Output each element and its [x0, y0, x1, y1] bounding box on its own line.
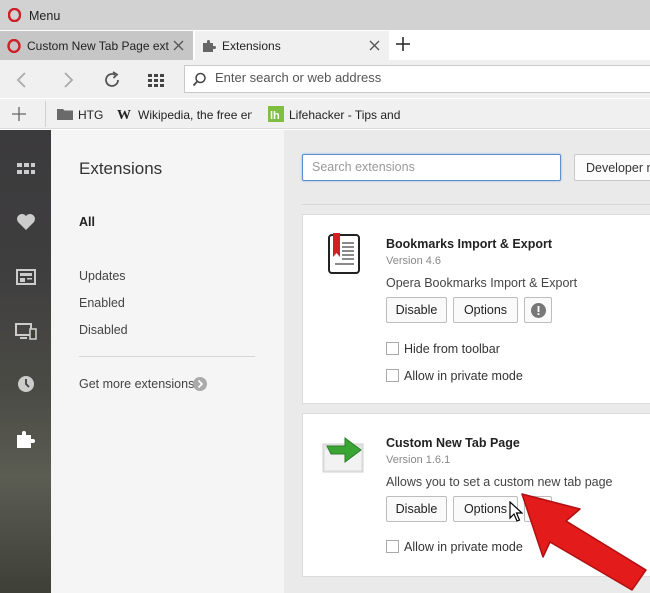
close-icon[interactable] [368, 39, 381, 52]
forward-arrow-icon[interactable] [58, 70, 78, 90]
nav-disabled[interactable]: Disabled [79, 323, 128, 337]
new-tab-plus-icon[interactable] [395, 36, 411, 52]
folder-icon [57, 109, 73, 120]
search-icon [192, 72, 206, 87]
extensions-nav-panel: Extensions All Updates Enabled Disabled … [51, 130, 284, 593]
tab-label: Extensions [222, 39, 281, 53]
extension-name: Custom New Tab Page [386, 436, 520, 450]
extensions-icon[interactable] [15, 428, 37, 450]
bookmark-lifehacker[interactable]: lh Lifehacker - Tips and downloads [268, 106, 400, 124]
nav-divider [79, 356, 255, 357]
bookmarks-bar: HTG W Wikipedia, the free encyclopedia l… [0, 99, 650, 129]
checkbox[interactable] [386, 540, 399, 553]
svg-text:W: W [117, 108, 131, 122]
menu-label[interactable]: Menu [29, 9, 60, 23]
checkbox[interactable] [386, 369, 399, 382]
get-more-extensions-link[interactable]: Get more extensions [79, 377, 194, 391]
title-bar: Menu [0, 0, 650, 30]
bookmark-htg[interactable]: HTG [57, 106, 107, 124]
report-button[interactable] [524, 297, 552, 323]
heart-icon[interactable] [15, 211, 37, 233]
bookmarks-divider [45, 101, 46, 127]
back-arrow-icon[interactable] [12, 70, 32, 90]
nav-all[interactable]: All [79, 215, 95, 229]
speed-dial-grid-icon[interactable] [147, 70, 167, 90]
address-input[interactable] [215, 70, 635, 85]
new-tab-arrow-icon [322, 437, 364, 473]
bookmark-book-icon [328, 233, 360, 274]
nav-enabled[interactable]: Enabled [79, 296, 125, 310]
tab-label: Custom New Tab Page extension [27, 39, 169, 53]
page-title: Extensions [79, 159, 163, 178]
search-extensions-input[interactable] [312, 160, 552, 174]
search-extensions-box[interactable] [302, 154, 561, 181]
wikipedia-icon: W [117, 108, 131, 122]
svg-text:lh: lh [270, 110, 280, 122]
checkbox[interactable] [386, 342, 399, 355]
tab-extensions[interactable]: Extensions [195, 31, 389, 60]
sidebar [0, 130, 51, 593]
extension-version: Version 4.6 [386, 255, 442, 267]
main-divider [302, 204, 650, 205]
tab-custom-new-tab-page[interactable]: Custom New Tab Page extension [0, 31, 193, 60]
history-icon[interactable] [15, 373, 37, 395]
close-icon[interactable] [172, 39, 185, 52]
disable-button[interactable]: Disable [386, 496, 447, 522]
red-arrow-annotation-icon [521, 493, 647, 591]
extension-description: Allows you to set a custom new tab page [386, 475, 613, 489]
bookmark-wikipedia[interactable]: W Wikipedia, the free encyclopedia [117, 106, 252, 124]
extension-version: Version 1.6.1 [386, 454, 451, 466]
developer-mode-button[interactable]: Developer mode [574, 154, 650, 181]
speed-dial-icon[interactable] [15, 158, 37, 180]
extension-card-bookmarks: Bookmarks Import & Export Version 4.6 Op… [302, 214, 650, 404]
devices-icon[interactable] [15, 320, 37, 342]
lifehacker-icon: lh [268, 106, 284, 122]
options-button[interactable]: Options [453, 297, 518, 323]
exclamation-circle-icon [531, 303, 546, 318]
news-icon[interactable] [15, 266, 37, 288]
opera-icon [7, 39, 21, 53]
address-bar[interactable] [184, 65, 650, 93]
puzzle-icon [203, 40, 216, 52]
nav-updates[interactable]: Updates [79, 269, 126, 283]
reload-icon[interactable] [102, 70, 122, 90]
chevron-right-circle-icon[interactable] [193, 377, 207, 391]
opera-logo-icon[interactable] [8, 8, 21, 22]
add-bookmark-plus-icon[interactable] [12, 107, 26, 121]
disable-button[interactable]: Disable [386, 297, 447, 323]
extension-name: Bookmarks Import & Export [386, 237, 553, 251]
extension-description: Opera Bookmarks Import & Export [386, 276, 578, 290]
